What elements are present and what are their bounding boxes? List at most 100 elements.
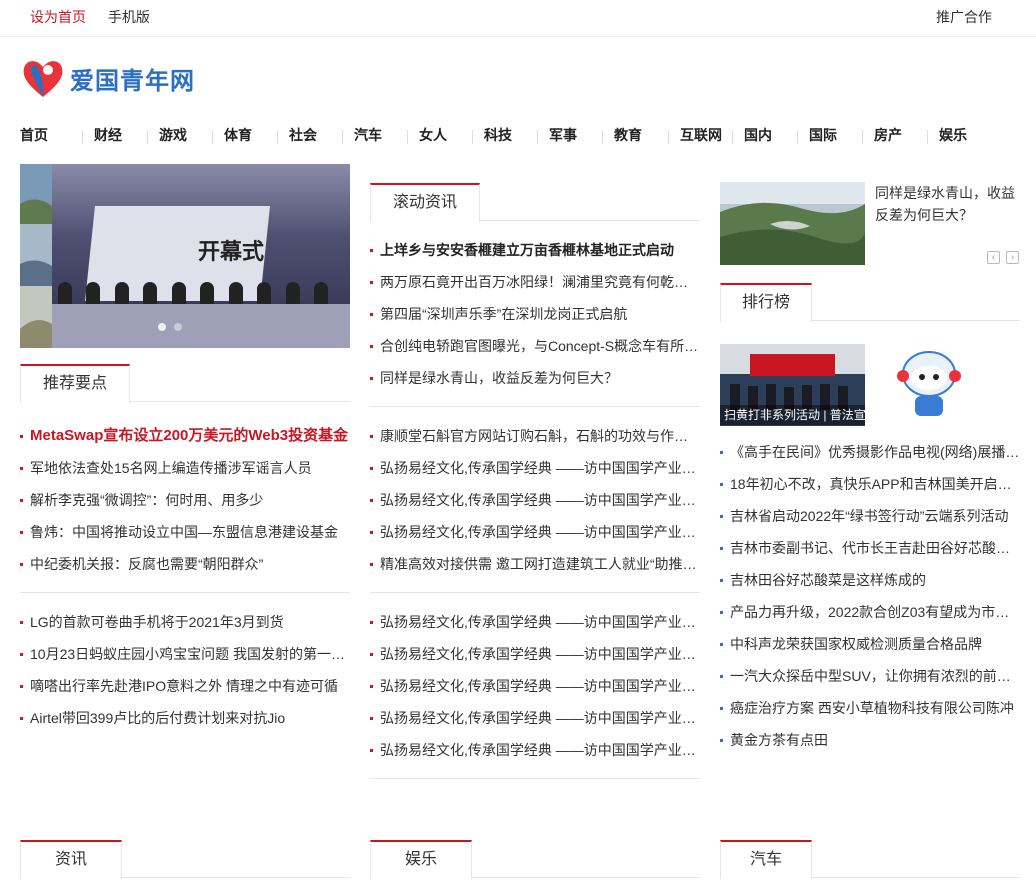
nav-item-7[interactable]: 科技 (484, 125, 512, 145)
nav-separator (927, 130, 928, 144)
carousel-prev-thumb[interactable] (20, 164, 52, 348)
nav-item-14[interactable]: 娱乐 (939, 125, 967, 145)
list-item[interactable]: 弘扬易经文化,传承国学经典 ——访中国国学产业研究院 (370, 606, 700, 638)
list-item[interactable]: 18年初心不改，真快乐APP和吉林国美开启新征程 (720, 468, 1020, 500)
nav-item-1[interactable]: 财经 (94, 125, 122, 145)
news-header: 资讯 (20, 840, 350, 879)
carousel-dots (158, 323, 182, 331)
recommend-list-1: MetaSwap宣布设立200万美元的Web3投资基金 军地依法查处15名网上编造… (20, 420, 350, 580)
list-item[interactable]: 弘扬易经文化,传承国学经典 ——访中国国学产业研究院 (370, 638, 700, 670)
list-item[interactable]: 同样是绿水青山，收益反差为何巨大？ (370, 362, 700, 394)
nav-item-4[interactable]: 社会 (289, 125, 317, 145)
mascot-icon (875, 344, 1020, 426)
nav-item-0[interactable]: 首页 (20, 125, 48, 145)
list-item[interactable]: LG的首款可卷曲手机将于2021年3月到货 (20, 606, 350, 638)
recommend-list-2: LG的首款可卷曲手机将于2021年3月到货 10月23日蚂蚁庄园小鸡宝宝问题 我国… (20, 606, 350, 734)
list-item[interactable]: 吉林田谷好芯酸菜是这样炼成的 (720, 564, 1020, 596)
list-item[interactable]: 两万原石竟开出百万冰阳绿！澜浦里究竟有何乾坤？ (370, 266, 700, 298)
nav-separator (277, 130, 278, 144)
nav-separator (537, 130, 538, 144)
nav-separator (602, 130, 603, 144)
list-item[interactable]: MetaSwap宣布设立200万美元的Web3投资基金 (20, 420, 350, 452)
divider (20, 592, 350, 593)
nav-item-12[interactable]: 国际 (809, 125, 837, 145)
set-home-link[interactable]: 设为首页 (30, 9, 86, 25)
mobile-link[interactable]: 手机版 (108, 9, 150, 25)
ranking-header: 排行榜 (720, 283, 1020, 322)
list-item[interactable]: 弘扬易经文化,传承国学经典 ——访中国国学产业研究院 (370, 484, 700, 516)
nav-separator (82, 130, 83, 144)
nav-item-8[interactable]: 军事 (549, 125, 577, 145)
list-item[interactable]: 《高手在民间》优秀摄影作品电视(网络)展播活动启动 (720, 436, 1020, 468)
list-item[interactable]: 嘀嗒出行率先赴港IPO意料之外 情理之中有迹可循 (20, 670, 350, 702)
carousel-stage (52, 304, 350, 348)
list-item[interactable]: 合创纯电轿跑官图曝光，与Concept-S概念车有所不同 (370, 330, 700, 362)
scroll-news-header: 滚动资讯 (370, 183, 700, 222)
list-item[interactable]: 黄金方茶有点田 (720, 724, 1020, 756)
nav-separator (147, 130, 148, 144)
list-item[interactable]: 康顺堂石斛官方网站订购石斛，石斛的功效与作用有哪些 (370, 420, 700, 452)
side-top-image[interactable] (720, 182, 865, 265)
list-item[interactable]: 吉林省启动2022年“绿书签行动”云端系列活动 (720, 500, 1020, 532)
carousel-banner-text: 开幕式 (198, 239, 265, 264)
list-item[interactable]: 10月23日蚂蚁庄园小鸡宝宝问题 我国发射的第一颗人造卫星 (20, 638, 350, 670)
scroll-news-list-1: 上垟乡与安安香榧建立万亩香榧林基地正式启动 两万原石竟开出百万冰阳绿！澜浦里究竟有… (370, 234, 700, 394)
list-item[interactable]: 吉林市委副书记、代市长王吉赴田谷好芯酸菜调研 (720, 532, 1020, 564)
nav-separator (797, 130, 798, 144)
nav-item-2[interactable]: 游戏 (159, 125, 187, 145)
auto-header: 汽车 (720, 840, 1020, 879)
site-logo[interactable]: 爱国青年网 (20, 54, 195, 102)
list-item[interactable]: 弘扬易经文化,传承国学经典 ——访中国国学产业研究院 (370, 702, 700, 734)
list-item[interactable]: 解析李克强“微调控”：何时用、用多少 (20, 484, 350, 516)
nav-item-9[interactable]: 教育 (614, 125, 642, 145)
nav-item-5[interactable]: 汽车 (354, 125, 382, 145)
list-item[interactable]: 第四届“深圳声乐季”在深圳龙岗正式启航 (370, 298, 700, 330)
carousel[interactable]: 开幕式 (20, 164, 350, 348)
tab-news[interactable]: 资讯 (20, 840, 122, 879)
ranking-list: 《高手在民间》优秀摄影作品电视(网络)展播活动启动18年初心不改，真快乐APP和… (720, 436, 1020, 756)
ent-header: 娱乐 (370, 840, 700, 879)
main-nav: 首页 财经 游戏 体育 社会 汽车 女人 科技 军事 教育 互联网 国内 国际 房产 娱乐 (0, 116, 1036, 150)
nav-item-10[interactable]: 互联网 (680, 125, 722, 145)
nav-item-6[interactable]: 女人 (419, 125, 447, 145)
list-item[interactable]: 产品力再升级，2022款合创Z03有望成为市场黑马 (720, 596, 1020, 628)
list-item[interactable]: 弘扬易经文化,传承国学经典 ——访中国国学产业研究院 (370, 516, 700, 548)
logo-heart-icon (23, 61, 63, 97)
scroll-news-list-3: 弘扬易经文化,传承国学经典 ——访中国国学产业研究院 弘扬易经文化,传承国学经典 … (370, 606, 700, 766)
list-item[interactable]: 军地依法查处15名网上编造传播涉军谣言人员 (20, 452, 350, 484)
tab-scroll-news[interactable]: 滚动资讯 (370, 183, 480, 222)
ranking-image-2[interactable] (875, 344, 1020, 426)
divider (370, 592, 700, 593)
list-item[interactable]: 弘扬易经文化,传承国学经典 ——访中国国学产业研究院 (370, 734, 700, 766)
side-top-link[interactable]: 同样是绿水青山，收益反差为何巨大？ (875, 182, 1020, 226)
list-item[interactable]: 中科声龙荣获国家权威检测质量合格品牌 (720, 628, 1020, 660)
divider (370, 778, 700, 779)
list-item[interactable]: Airtel带回399卢比的后付费计划来对抗Jio (20, 702, 350, 734)
carousel-dot-2[interactable] (174, 323, 182, 331)
tab-ent[interactable]: 娱乐 (370, 840, 472, 879)
list-item[interactable]: 鲁炜：中国将推动设立中国—东盟信息港建设基金 (20, 516, 350, 548)
tab-auto[interactable]: 汽车 (720, 840, 812, 879)
list-item[interactable]: 上垟乡与安安香榧建立万亩香榧林基地正式启动 (370, 234, 700, 266)
side-prev-button[interactable]: ‹ (987, 251, 1000, 264)
carousel-dot-1[interactable] (158, 323, 166, 331)
nav-item-3[interactable]: 体育 (224, 125, 252, 145)
list-item[interactable]: 弘扬易经文化,传承国学经典 ——访中国国学产业研究院 (370, 670, 700, 702)
nav-separator (732, 130, 733, 144)
list-item[interactable]: 弘扬易经文化,传承国学经典 ——访中国国学产业研究院 (370, 452, 700, 484)
list-item[interactable]: 一汽大众探岳中型SUV，让你拥有浓烈的前卫感 (720, 660, 1020, 692)
promo-link[interactable]: 推广合作 (936, 7, 992, 27)
list-item[interactable]: 中纪委机关报：反腐也需要“朝阳群众” (20, 548, 350, 580)
list-item[interactable]: 癌症治疗方案 西安小草植物科技有限公司陈冲 (720, 692, 1020, 724)
nav-separator (212, 130, 213, 144)
nav-item-13[interactable]: 房产 (874, 125, 902, 145)
tab-recommend[interactable]: 推荐要点 (20, 364, 130, 403)
logo-text: 爱国青年网 (70, 67, 195, 95)
tab-ranking[interactable]: 排行榜 (720, 283, 812, 322)
top-bar: 设为首页 手机版 推广合作 (0, 0, 1036, 37)
ranking-image-caption: 扫黄打非系列活动 | 普法宣传 (720, 405, 865, 425)
nav-item-11[interactable]: 国内 (744, 125, 772, 145)
nav-separator (862, 130, 863, 144)
list-item[interactable]: 精准高效对接供需 邀工网打造建筑工人就业“助推器” (370, 548, 700, 580)
side-next-button[interactable]: › (1006, 251, 1019, 264)
